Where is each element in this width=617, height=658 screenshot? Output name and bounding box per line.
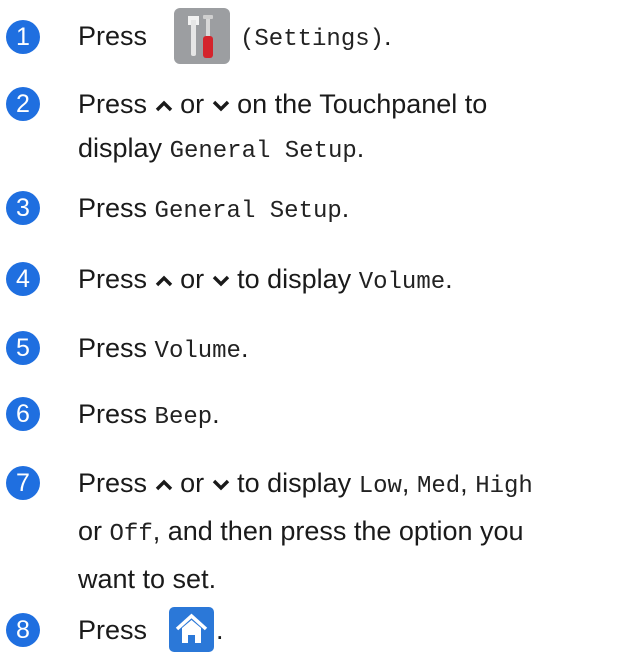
step-text: Press General Setup. — [78, 186, 614, 234]
step-tail: on the Touchpanel to — [237, 89, 488, 119]
step-number: 1 — [6, 20, 40, 54]
settings-label: (Settings) — [240, 26, 385, 53]
period: . — [212, 399, 220, 429]
settings-icon — [174, 8, 230, 64]
period: . — [356, 133, 365, 163]
menu-beep: Beep — [154, 404, 213, 431]
step-mid: to display — [237, 264, 352, 294]
chevron-down-icon — [212, 99, 230, 113]
menu-general-setup: General Setup — [169, 138, 357, 165]
step-verb: Press — [78, 193, 148, 223]
step-line2: display — [78, 133, 163, 163]
step-verb: Press — [78, 333, 148, 363]
chevron-up-icon — [155, 478, 173, 492]
separator: , — [460, 468, 468, 498]
option-high: High — [475, 473, 533, 500]
step-4: 4 Press or to display Volume. — [0, 257, 617, 307]
step-mid: to display — [237, 468, 352, 498]
option-off: Off — [109, 521, 153, 548]
step-number: 5 — [6, 331, 40, 365]
step-text-rest: (Settings). — [240, 14, 610, 62]
separator: , — [401, 468, 410, 498]
step-number: 4 — [6, 262, 40, 296]
step-2: 2 Press or on the Touchpanel to display … — [0, 78, 617, 170]
chevron-down-icon — [212, 274, 230, 288]
step-number: 8 — [6, 613, 40, 647]
or-text: or — [180, 468, 205, 498]
step-text: Press Volume. — [78, 326, 614, 374]
step-text: Press — [78, 608, 614, 652]
step-verb: Press — [78, 399, 148, 429]
period: . — [341, 193, 350, 223]
step-number: 6 — [6, 397, 40, 431]
step-line3: want to set. — [78, 564, 217, 594]
step-verb: Press — [78, 21, 148, 51]
step-text: Press Beep. — [78, 392, 614, 440]
step-5: 5 Press Volume. — [0, 326, 617, 376]
chevron-up-icon — [155, 274, 173, 288]
or-text: or — [180, 89, 205, 119]
step-6: 6 Press Beep. — [0, 392, 617, 442]
step-3: 3 Press General Setup. — [0, 186, 617, 236]
period: . — [384, 21, 392, 51]
step-verb: Press — [78, 615, 148, 645]
step-number: 7 — [6, 466, 40, 500]
step-7: 7 Press or to display Low, Med, High or … — [0, 457, 617, 597]
step-1: 1 Press (Settings). — [0, 4, 617, 70]
step-text: Press or to display Low, Med, High or Of… — [78, 461, 614, 601]
period: . — [216, 615, 224, 645]
step-text: Press or to display Volume. — [78, 257, 614, 305]
step-number: 2 — [6, 87, 40, 121]
menu-general-setup: General Setup — [154, 198, 342, 225]
step-text: Press or on the Touchpanel to display Ge… — [78, 82, 614, 174]
step-verb: Press — [78, 264, 148, 294]
period: . — [445, 264, 453, 294]
menu-volume: Volume — [154, 338, 241, 365]
menu-volume: Volume — [358, 269, 446, 296]
home-icon — [169, 607, 214, 652]
step-verb: Press — [78, 89, 148, 119]
step-line2-pre: or — [78, 516, 103, 546]
chevron-up-icon — [155, 99, 173, 113]
step-verb: Press — [78, 468, 148, 498]
option-low: Low — [358, 473, 402, 500]
step-text-rest: . — [216, 608, 256, 652]
step-line2-tail: , and then press the option you — [152, 516, 524, 546]
step-number: 3 — [6, 191, 40, 225]
chevron-down-icon — [212, 478, 230, 492]
option-med: Med — [416, 473, 461, 500]
period: . — [240, 333, 249, 363]
step-8: 8 Press . — [0, 607, 617, 657]
or-text: or — [180, 264, 205, 294]
